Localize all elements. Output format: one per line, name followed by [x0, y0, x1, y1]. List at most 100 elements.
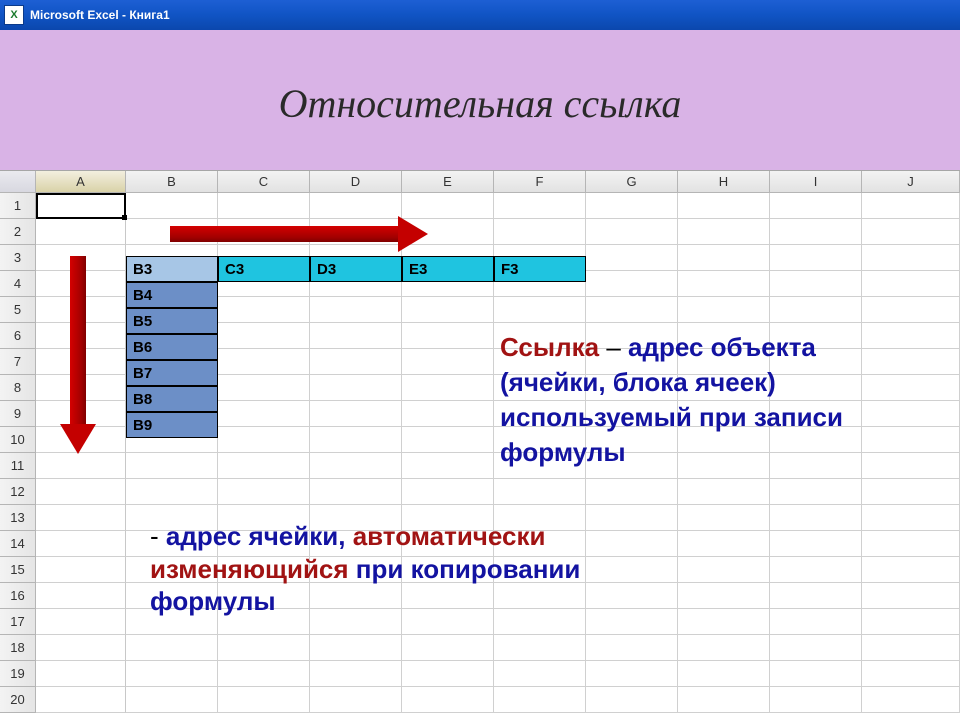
grid-cell[interactable] — [310, 349, 402, 375]
grid-cell[interactable] — [402, 401, 494, 427]
grid-cell[interactable] — [218, 323, 310, 349]
grid-cell[interactable] — [586, 271, 678, 297]
grid-cell[interactable] — [126, 661, 218, 687]
grid-cell[interactable] — [494, 219, 586, 245]
grid-cell[interactable] — [126, 479, 218, 505]
grid-cell[interactable] — [770, 219, 862, 245]
grid-cell[interactable] — [36, 479, 126, 505]
grid-cell[interactable] — [310, 401, 402, 427]
grid-cell[interactable] — [218, 687, 310, 713]
grid-cell[interactable] — [494, 635, 586, 661]
grid-cell[interactable] — [310, 297, 402, 323]
grid-cell[interactable] — [36, 505, 126, 531]
grid-cell[interactable] — [218, 453, 310, 479]
grid-cell[interactable] — [402, 375, 494, 401]
row-header-20[interactable]: 20 — [0, 687, 36, 713]
grid-cell[interactable] — [494, 687, 586, 713]
col-header-A[interactable]: A — [36, 171, 126, 193]
grid-cell[interactable] — [218, 427, 310, 453]
grid-cell[interactable] — [36, 453, 126, 479]
grid-cell[interactable] — [862, 479, 960, 505]
grid-cell[interactable] — [586, 219, 678, 245]
grid-cell[interactable] — [678, 635, 770, 661]
grid-cell[interactable] — [126, 687, 218, 713]
grid-cell[interactable] — [678, 297, 770, 323]
grid-cell[interactable] — [586, 661, 678, 687]
col-header-F[interactable]: F — [494, 171, 586, 193]
grid-cell[interactable] — [770, 609, 862, 635]
grid-cell[interactable] — [678, 479, 770, 505]
grid-cell[interactable] — [586, 687, 678, 713]
grid-cell[interactable] — [36, 557, 126, 583]
grid-cell[interactable] — [402, 427, 494, 453]
grid-cell[interactable] — [36, 609, 126, 635]
col-header-G[interactable]: G — [586, 171, 678, 193]
grid-cell[interactable] — [678, 687, 770, 713]
col-header-J[interactable]: J — [862, 171, 960, 193]
grid-cell[interactable] — [36, 531, 126, 557]
row-header-11[interactable]: 11 — [0, 453, 36, 479]
grid-cell[interactable] — [862, 609, 960, 635]
grid-cell[interactable] — [586, 635, 678, 661]
row-header-7[interactable]: 7 — [0, 349, 36, 375]
grid-cell[interactable] — [218, 661, 310, 687]
grid-cell[interactable] — [862, 297, 960, 323]
grid-cell[interactable] — [218, 375, 310, 401]
row-header-13[interactable]: 13 — [0, 505, 36, 531]
grid-cell[interactable] — [310, 375, 402, 401]
grid-cell[interactable] — [402, 453, 494, 479]
grid-cell[interactable] — [862, 531, 960, 557]
grid-cell[interactable] — [310, 453, 402, 479]
row-header-3[interactable]: 3 — [0, 245, 36, 271]
grid-cell[interactable] — [862, 557, 960, 583]
grid-cell[interactable] — [862, 271, 960, 297]
grid-cell[interactable] — [218, 635, 310, 661]
row-header-9[interactable]: 9 — [0, 401, 36, 427]
col-header-H[interactable]: H — [678, 171, 770, 193]
grid-cell[interactable] — [678, 193, 770, 219]
grid-cell[interactable] — [218, 401, 310, 427]
grid-cell[interactable] — [218, 193, 310, 219]
active-cell-A1[interactable] — [36, 193, 126, 219]
grid-cell[interactable] — [862, 687, 960, 713]
grid-cell[interactable] — [494, 297, 586, 323]
grid-cell[interactable] — [770, 245, 862, 271]
grid-cell[interactable] — [402, 635, 494, 661]
grid-cell[interactable] — [218, 349, 310, 375]
grid-cell[interactable] — [678, 245, 770, 271]
grid-cell[interactable] — [402, 661, 494, 687]
grid-cell[interactable] — [770, 583, 862, 609]
row-header-18[interactable]: 18 — [0, 635, 36, 661]
grid-cell[interactable] — [310, 687, 402, 713]
grid-cell[interactable] — [862, 661, 960, 687]
grid-cell[interactable] — [402, 687, 494, 713]
grid-cell[interactable] — [770, 479, 862, 505]
grid-cell[interactable] — [586, 479, 678, 505]
row-header-6[interactable]: 6 — [0, 323, 36, 349]
row-header-1[interactable]: 1 — [0, 193, 36, 219]
grid-cell[interactable] — [126, 193, 218, 219]
grid-cell[interactable] — [862, 219, 960, 245]
grid-cell[interactable] — [862, 583, 960, 609]
grid-cell[interactable] — [402, 323, 494, 349]
grid-cell[interactable] — [678, 219, 770, 245]
grid-cell[interactable] — [218, 479, 310, 505]
grid-cell[interactable] — [36, 583, 126, 609]
grid-cell[interactable] — [770, 297, 862, 323]
grid-cell[interactable] — [36, 661, 126, 687]
grid-cell[interactable] — [862, 245, 960, 271]
grid-cell[interactable] — [770, 557, 862, 583]
row-header-5[interactable]: 5 — [0, 297, 36, 323]
row-header-17[interactable]: 17 — [0, 609, 36, 635]
col-header-C[interactable]: C — [218, 171, 310, 193]
grid-cell[interactable] — [586, 193, 678, 219]
grid-cell[interactable] — [770, 635, 862, 661]
grid-cell[interactable] — [310, 635, 402, 661]
grid-cell[interactable] — [126, 635, 218, 661]
grid-cell[interactable] — [126, 453, 218, 479]
col-header-I[interactable]: I — [770, 171, 862, 193]
grid-cell[interactable] — [770, 505, 862, 531]
grid-cell[interactable] — [586, 245, 678, 271]
grid-cell[interactable] — [36, 635, 126, 661]
col-header-E[interactable]: E — [402, 171, 494, 193]
